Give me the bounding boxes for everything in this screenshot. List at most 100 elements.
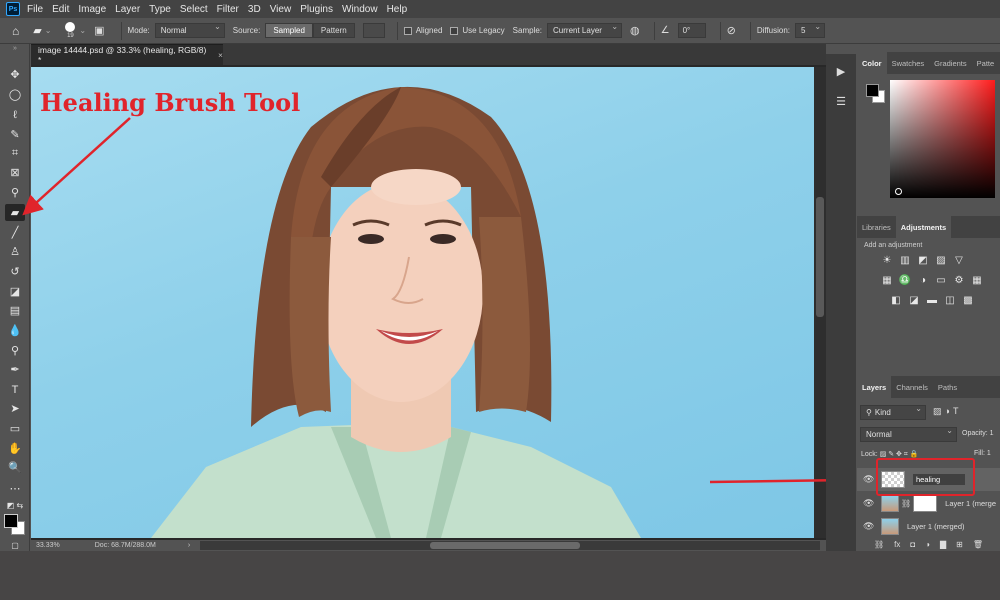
- chain-link-icon[interactable]: ⛓: [901, 499, 911, 508]
- new-adjustment-icon[interactable]: ◑: [925, 540, 930, 549]
- color-picker-field[interactable]: [890, 80, 995, 198]
- opacity-control[interactable]: Opacity: 1: [962, 430, 994, 437]
- menu-window[interactable]: Window: [342, 4, 378, 15]
- selective-color-icon[interactable]: ▩: [962, 294, 974, 306]
- history-brush-tool-icon[interactable]: ↺: [5, 263, 25, 280]
- visibility-eye-icon[interactable]: 👁: [863, 474, 877, 485]
- layer-filter-icons[interactable]: ▨◑T: [933, 406, 961, 417]
- mode-select[interactable]: Normal: [154, 22, 225, 38]
- channel-mixer-icon[interactable]: ⚙: [953, 274, 965, 286]
- aligned-checkbox[interactable]: Aligned: [403, 26, 442, 35]
- tab-paths[interactable]: Paths: [933, 376, 962, 398]
- levels-icon[interactable]: ▥: [899, 254, 911, 266]
- document-tab[interactable]: image 14444.psd @ 33.3% (healing, RGB/8)…: [31, 44, 223, 65]
- layer-style-icon[interactable]: fx: [894, 540, 900, 549]
- menu-layer[interactable]: Layer: [115, 4, 140, 15]
- tab-libraries[interactable]: Libraries: [857, 216, 896, 238]
- menu-help[interactable]: Help: [387, 4, 408, 15]
- color-balance-icon[interactable]: ♎: [899, 274, 911, 286]
- horizontal-scrollbar[interactable]: [200, 541, 820, 550]
- home-icon[interactable]: ⌂: [12, 24, 19, 38]
- eraser-tool-icon[interactable]: ◪: [5, 283, 25, 300]
- fill-control[interactable]: Fill: 1: [974, 450, 991, 457]
- angle-input[interactable]: 0°: [677, 23, 706, 38]
- healing-brush-tool-icon[interactable]: ▰: [5, 204, 25, 221]
- add-mask-icon[interactable]: ◘: [910, 540, 915, 549]
- brightness-contrast-icon[interactable]: ☀: [881, 254, 893, 266]
- menu-filter[interactable]: Filter: [217, 4, 239, 15]
- lasso-tool-icon[interactable]: ℓ: [5, 106, 25, 123]
- edit-toolbar-icon[interactable]: ⋯: [5, 480, 25, 497]
- path-selection-tool-icon[interactable]: ➤: [5, 400, 25, 417]
- status-menu-arrow[interactable]: ›: [188, 542, 190, 549]
- layer-kind-filter[interactable]: ⚲ Kind: [860, 404, 926, 420]
- threshold-icon[interactable]: ▬: [926, 294, 938, 306]
- marquee-tool-icon[interactable]: ◯: [5, 86, 25, 103]
- tab-layers[interactable]: Layers: [857, 376, 892, 398]
- foreground-color-swatch[interactable]: [4, 514, 18, 528]
- clone-stamp-tool-icon[interactable]: ♙: [5, 243, 25, 260]
- blur-tool-icon[interactable]: 💧: [5, 322, 25, 339]
- menu-file[interactable]: File: [27, 4, 43, 15]
- new-group-icon[interactable]: ▇: [940, 540, 946, 549]
- curves-icon[interactable]: ◩: [917, 254, 929, 266]
- vibrance-icon[interactable]: ▽: [953, 254, 965, 266]
- ignore-adjustment-layers-icon[interactable]: ◍: [630, 24, 640, 37]
- menu-type[interactable]: Type: [149, 4, 171, 15]
- pen-tool-icon[interactable]: ✒: [5, 361, 25, 378]
- source-pattern-button[interactable]: Pattern: [312, 23, 355, 38]
- color-lookup-icon[interactable]: ▦: [971, 274, 983, 286]
- invert-icon[interactable]: ◧: [890, 294, 902, 306]
- tab-adjustments[interactable]: Adjustments: [895, 216, 952, 238]
- clone-source-panel-icon[interactable]: ▣: [94, 24, 104, 37]
- diffusion-select[interactable]: 5: [795, 22, 826, 38]
- posterize-icon[interactable]: ◪: [908, 294, 920, 306]
- menu-select[interactable]: Select: [180, 4, 208, 15]
- layer-mask-thumbnail[interactable]: [913, 495, 938, 512]
- vertical-scrollbar[interactable]: [814, 67, 826, 538]
- lock-icons[interactable]: ▨ ✎ ✥ ⌗ 🔒: [880, 451, 919, 458]
- menu-3d[interactable]: 3D: [248, 4, 261, 15]
- foreground-color-swatch[interactable]: [866, 84, 879, 97]
- hand-tool-icon[interactable]: ✋: [5, 440, 25, 457]
- gradient-map-icon[interactable]: ◫: [944, 294, 956, 306]
- scroll-thumb[interactable]: [816, 197, 824, 317]
- quick-selection-tool-icon[interactable]: ✎: [5, 126, 25, 143]
- photo-filter-icon[interactable]: ▭: [935, 274, 947, 286]
- tab-gradients[interactable]: Gradients: [929, 52, 972, 74]
- exposure-icon[interactable]: ▨: [935, 254, 947, 266]
- frame-tool-icon[interactable]: ⊠: [5, 164, 25, 181]
- properties-icon[interactable]: ☰: [832, 92, 850, 110]
- crop-tool-icon[interactable]: ⌗: [5, 145, 25, 162]
- link-layers-icon[interactable]: ⛓: [874, 540, 884, 549]
- dodge-tool-icon[interactable]: ⚲: [5, 342, 25, 359]
- zoom-tool-icon[interactable]: 🔍: [5, 459, 25, 476]
- visibility-eye-icon[interactable]: 👁: [863, 498, 877, 509]
- zoom-readout[interactable]: 33.33%: [36, 542, 60, 549]
- tool-preset-picker[interactable]: ▰ ⌄: [33, 24, 51, 37]
- canvas-image[interactable]: [31, 67, 814, 538]
- tab-color[interactable]: Color: [857, 52, 887, 74]
- trash-icon[interactable]: 🗑: [973, 540, 983, 549]
- menu-image[interactable]: Image: [78, 4, 106, 15]
- type-tool-icon[interactable]: T: [5, 381, 25, 398]
- visibility-eye-icon[interactable]: 👁: [863, 521, 877, 532]
- rectangle-tool-icon[interactable]: ▭: [5, 420, 25, 437]
- collapse-toolbar-icon[interactable]: »: [5, 44, 25, 52]
- tab-channels[interactable]: Channels: [891, 376, 933, 398]
- new-layer-icon[interactable]: ⊞: [956, 540, 963, 549]
- hue-saturation-icon[interactable]: ▦: [881, 274, 893, 286]
- quick-mask-icon[interactable]: ▢: [5, 541, 25, 550]
- use-legacy-checkbox[interactable]: Use Legacy: [450, 26, 505, 35]
- brush-size-picker[interactable]: 19: [65, 21, 76, 40]
- pressure-size-icon[interactable]: ⊘: [727, 24, 736, 37]
- move-tool-icon[interactable]: ✥: [5, 66, 25, 83]
- menu-plugins[interactable]: Plugins: [300, 4, 333, 15]
- black-white-icon[interactable]: ◑: [917, 274, 929, 286]
- sample-select[interactable]: Current Layer: [547, 22, 623, 38]
- default-colors-icon[interactable]: ◩ ⇆: [5, 499, 25, 511]
- source-sampled-button[interactable]: Sampled: [265, 23, 313, 38]
- tab-swatches[interactable]: Swatches: [887, 52, 930, 74]
- pattern-picker[interactable]: [362, 23, 385, 38]
- blend-mode-select[interactable]: Normal: [860, 426, 957, 442]
